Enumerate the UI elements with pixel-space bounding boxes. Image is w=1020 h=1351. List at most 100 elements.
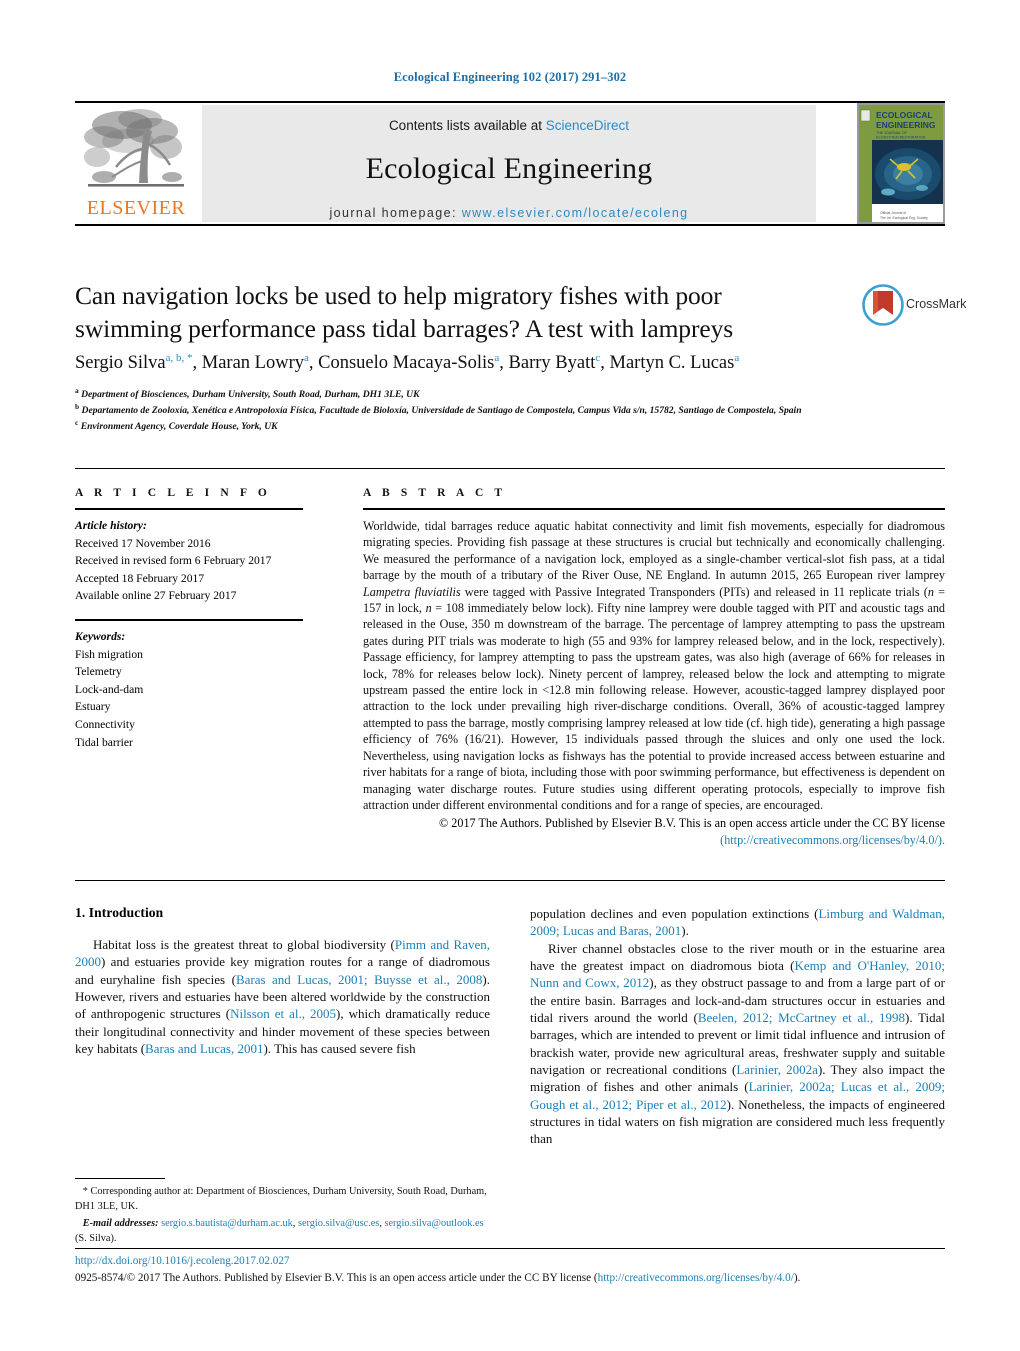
intro-paragraph-right-1: population declines and even population … bbox=[530, 905, 945, 940]
article-info-heading: A R T I C L E I N F O bbox=[75, 487, 271, 499]
journal-cover-thumbnail[interactable]: ECOLOGICAL ENGINEERING THE JOURNAL OF EC… bbox=[857, 103, 945, 224]
svg-text:ECOLOGICAL: ECOLOGICAL bbox=[876, 110, 933, 120]
svg-text:ECOSYSTEM RESTORATION: ECOSYSTEM RESTORATION bbox=[876, 136, 926, 140]
keyword-item: Estuary bbox=[75, 700, 111, 714]
article-history-item: Received in revised form 6 February 2017 bbox=[75, 554, 272, 568]
journal-homepage-line: journal homepage: www.elsevier.com/locat… bbox=[202, 206, 816, 220]
contents-list-line: Contents lists available at ScienceDirec… bbox=[202, 118, 816, 133]
crossmark-icon bbox=[862, 284, 904, 326]
affiliation-c: c Environment Agency, Coverdale House, Y… bbox=[75, 418, 875, 434]
svg-text:THE JOURNAL OF: THE JOURNAL OF bbox=[876, 131, 908, 135]
intro-text: population declines and even population … bbox=[530, 906, 819, 921]
abstract-rule bbox=[363, 508, 945, 510]
elsevier-logo: ELSEVIER bbox=[75, 105, 197, 222]
corresponding-author-footnote: * Corresponding author at: Department of… bbox=[75, 1178, 490, 1246]
issn-copyright-text: 0925-8574/© 2017 The Authors. Published … bbox=[75, 1271, 598, 1284]
sciencedirect-link[interactable]: ScienceDirect bbox=[546, 118, 629, 133]
citation-link[interactable]: Nilsson et al., 2005 bbox=[230, 1006, 336, 1021]
article-history-item: Available online 27 February 2017 bbox=[75, 589, 237, 603]
keyword-item: Connectivity bbox=[75, 718, 135, 732]
author-2-name: Maran Lowry bbox=[201, 353, 304, 374]
affiliation-c-text: Environment Agency, Coverdale House, Yor… bbox=[80, 421, 278, 433]
affiliation-c-marker: c bbox=[75, 418, 79, 428]
intro-text: Habitat loss is the greatest threat to g… bbox=[93, 937, 395, 952]
intro-paragraph-left: Habitat loss is the greatest threat to g… bbox=[75, 936, 490, 1057]
abstract-part-2: were tagged with Passive Integrated Tran… bbox=[460, 584, 928, 599]
svg-text:Official Journal of: Official Journal of bbox=[880, 211, 906, 215]
abstract-part-1: Worldwide, tidal barrages reduce aquatic… bbox=[363, 519, 945, 583]
author-3-sup: a bbox=[494, 352, 500, 364]
affiliation-b: b Departamento de Zooloxía, Xenética e A… bbox=[75, 402, 875, 418]
intro-text: ). bbox=[681, 923, 689, 939]
author-2: Maran Lowrya bbox=[201, 352, 309, 374]
journal-cover-image: ECOLOGICAL ENGINEERING THE JOURNAL OF EC… bbox=[858, 104, 944, 223]
email-link-3[interactable]: sergio.silva@outlook.es bbox=[384, 1218, 483, 1229]
journal-title: Ecological Engineering bbox=[365, 152, 653, 185]
email-link-1[interactable]: sergio.s.bautista@durham.ac.uk bbox=[161, 1218, 293, 1229]
citation-link[interactable]: Baras and Lucas, 2001 bbox=[145, 1041, 263, 1056]
author-5-name: Martyn C. Lucas bbox=[609, 353, 735, 374]
abstract-copyright: © 2017 The Authors. Published by Elsevie… bbox=[363, 815, 945, 848]
author-5: Martyn C. Lucasa bbox=[609, 352, 740, 374]
issn-suffix: ). bbox=[793, 1271, 801, 1284]
license-link[interactable]: http://creativecommons.org/licenses/by/4… bbox=[598, 1272, 794, 1284]
email-suffix: (S. Silva). bbox=[75, 1232, 117, 1244]
intro-text: ). This has caused severe fish bbox=[263, 1041, 416, 1057]
author-4-name: Barry Byatt bbox=[508, 353, 596, 374]
intro-paragraph-right-2: River channel obstacles close to the riv… bbox=[530, 940, 945, 1148]
svg-text:ENGINEERING: ENGINEERING bbox=[876, 120, 936, 130]
journal-masthead: ELSEVIER Contents lists available at Sci… bbox=[75, 101, 945, 226]
article-history-label: Article history: bbox=[75, 519, 147, 532]
keyword-item: Tidal barrier bbox=[75, 735, 133, 749]
author-list: Sergio Silvaa, b, *, Maran Lowrya, Consu… bbox=[75, 352, 740, 374]
running-head: Ecological Engineering 102 (2017) 291–30… bbox=[393, 70, 627, 84]
contents-prefix: Contents lists available at bbox=[388, 118, 546, 133]
keyword-item: Lock-and-dam bbox=[75, 682, 144, 696]
elsevier-wordmark: ELSEVIER bbox=[86, 197, 186, 219]
article-history-item: Accepted 18 February 2017 bbox=[75, 571, 205, 585]
keyword-item: Fish migration bbox=[75, 647, 143, 661]
citation-link[interactable]: Baras and Lucas, 2001; Buysse et al., 20… bbox=[236, 972, 482, 987]
footnote-text: * Corresponding author at: Department of… bbox=[75, 1186, 487, 1244]
footnote-rule bbox=[75, 1178, 165, 1179]
abstract-part-4: = 108 immediately below lock). Fifty nin… bbox=[363, 601, 946, 812]
article-info-rule bbox=[75, 508, 303, 510]
section-heading-introduction: 1. Introduction bbox=[75, 905, 164, 920]
doi-link[interactable]: http://dx.doi.org/10.1016/j.ecoleng.2017… bbox=[75, 1253, 955, 1270]
keyword-item: Telemetry bbox=[75, 665, 122, 679]
article-history-item: Received 17 November 2016 bbox=[75, 536, 211, 550]
citation-link[interactable]: Beelen, 2012; McCartney et al., 1998 bbox=[698, 1010, 905, 1025]
author-4-sup: c bbox=[595, 352, 601, 364]
abstract-text: Worldwide, tidal barrages reduce aquatic… bbox=[363, 518, 945, 813]
email-link-2[interactable]: sergio.silva@usc.es bbox=[298, 1218, 379, 1229]
issn-copyright-line: 0925-8574/© 2017 The Authors. Published … bbox=[75, 1270, 955, 1287]
abstract-copyright-text: © 2017 The Authors. Published by Elsevie… bbox=[438, 816, 945, 831]
info-band-top-rule bbox=[75, 468, 945, 469]
keywords-rule bbox=[75, 619, 303, 622]
author-3: Consuelo Macaya-Solisa bbox=[318, 352, 500, 374]
author-5-sup: a bbox=[734, 352, 740, 364]
article-info-column: A R T I C L E I N F O Article history: R… bbox=[75, 487, 303, 751]
elsevier-tree-icon bbox=[84, 109, 184, 187]
crossmark-label: CrossMark bbox=[906, 297, 967, 311]
author-4: Barry Byattc bbox=[508, 352, 601, 374]
abstract-species-name: Lampetra fluviatilis bbox=[363, 584, 461, 599]
crossmark-badge[interactable]: CrossMark bbox=[862, 284, 966, 328]
email-label: E-mail addresses: bbox=[82, 1218, 159, 1230]
article-page: Ecological Engineering 102 (2017) 291–30… bbox=[0, 0, 1020, 1351]
abstract-column: A B S T R A C T Worldwide, tidal barrage… bbox=[363, 487, 945, 848]
journal-band: Contents lists available at ScienceDirec… bbox=[202, 105, 816, 222]
author-3-name: Consuelo Macaya-Solis bbox=[318, 353, 495, 374]
author-1-name: Sergio Silva bbox=[75, 353, 166, 374]
footer-block: http://dx.doi.org/10.1016/j.ecoleng.2017… bbox=[75, 1253, 955, 1287]
journal-homepage-link[interactable]: www.elsevier.com/locate/ecoleng bbox=[462, 206, 689, 220]
citation-link[interactable]: Larinier, 2002a bbox=[736, 1062, 818, 1077]
homepage-prefix: journal homepage: bbox=[329, 206, 462, 220]
author-2-sup: a bbox=[304, 352, 309, 364]
info-band-bottom-rule bbox=[75, 880, 945, 881]
author-1: Sergio Silvaa, b, * bbox=[75, 352, 193, 374]
svg-text:The Int. Ecological Eng. Socie: The Int. Ecological Eng. Society bbox=[880, 216, 928, 220]
abstract-license-link[interactable]: (http://creativecommons.org/licenses/by/… bbox=[720, 833, 945, 847]
body-column-left: 1. Introduction Habitat loss is the grea… bbox=[75, 905, 490, 1057]
page-title: Can navigation locks be used to help mig… bbox=[75, 281, 734, 343]
